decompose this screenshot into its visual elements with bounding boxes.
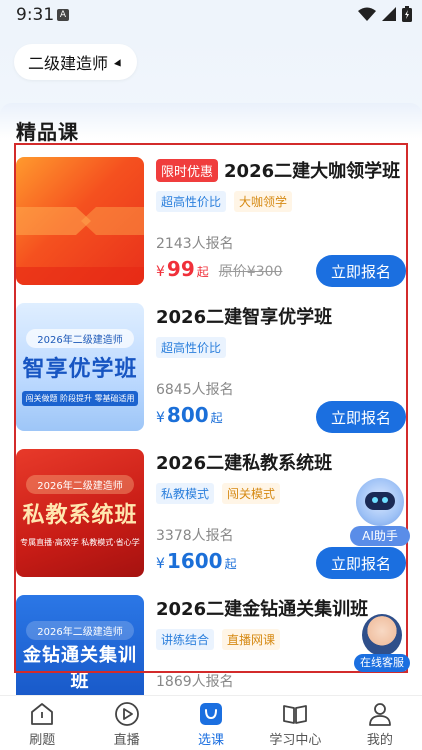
home-icon (29, 701, 55, 727)
course-tag: 讲练结合 (156, 629, 215, 650)
thumbnail-title: 智享优学班 (22, 357, 138, 382)
course-title[interactable]: 2026二建智享优学班 (156, 303, 332, 329)
enrolled-count: 1869人报名 (156, 674, 234, 690)
enroll-button[interactable]: 立即报名 (316, 547, 406, 579)
book-icon (282, 701, 308, 727)
ai-helper-button[interactable]: AI助手 (350, 478, 410, 548)
price-symbol: ¥ (156, 410, 165, 426)
status-time: 9:31 (16, 5, 55, 25)
caret-down-icon (114, 59, 125, 69)
price-value: 800 (166, 403, 209, 427)
play-icon (114, 701, 140, 727)
course-card[interactable]: 2026年二级建造师 智享优学班 闯关做题 阶段提升 零基础适用 2026二建智… (16, 291, 408, 433)
nav-label: 刷题 (29, 733, 56, 748)
thumbnail-caption: 2026年二级建造师 (26, 329, 134, 348)
course-info: 2026二建智享优学班 超高性价比 6845人报名 ¥ 800 起 立即报名 (156, 303, 408, 433)
course-info: 限时优惠 2026二建大咖领学班 超高性价比 大咖领学 2143人报名 ¥ 99… (156, 157, 408, 287)
course-thumbnail[interactable]: 2026年二级建造师 金钻通关集训班 (16, 595, 144, 695)
signal-icon (382, 7, 396, 21)
customer-service-button[interactable]: 在线客服 (354, 614, 410, 674)
nav-item-practice[interactable]: 刷题 (0, 696, 84, 750)
course-title[interactable]: 2026二建金钻通关集训班 (156, 595, 368, 621)
ai-helper-label: AI助手 (350, 526, 410, 546)
price: ¥ 1600 起 (156, 549, 237, 573)
status-bar: 9:31 A (0, 0, 422, 30)
notification-icon: A (57, 9, 69, 21)
course-tag: 超高性价比 (156, 191, 227, 212)
nav-item-courses[interactable]: 选课 (169, 696, 253, 750)
enrolled-count: 6845人报名 (156, 382, 234, 398)
enroll-button[interactable]: 立即报名 (316, 401, 406, 433)
price-value: 1600 (166, 549, 223, 573)
exam-category-selector[interactable]: 二级建造师 (14, 44, 138, 80)
enrolled-count: 3378人报名 (156, 528, 234, 544)
battery-icon (402, 6, 412, 22)
course-thumbnail[interactable] (16, 157, 144, 285)
course-tag: 直播网课 (222, 629, 281, 650)
price-symbol: ¥ (156, 556, 165, 572)
course-title[interactable]: 2026二建大咖领学班 (224, 157, 400, 183)
original-price: 原价¥300 (218, 264, 283, 280)
thumbnail-caption: 2026年二级建造师 (26, 475, 134, 494)
thumbnail-title: 金钻通关集训班 (23, 645, 137, 692)
price: ¥ 800 起 (156, 403, 223, 427)
price-symbol: ¥ (156, 264, 165, 280)
course-list: 限时优惠 2026二建大咖领学班 超高性价比 大咖领学 2143人报名 ¥ 99… (0, 145, 422, 695)
course-thumbnail[interactable]: 2026年二级建造师 私教系统班 专属直播·高效学 私教模式·省心学 (16, 449, 144, 577)
nav-item-profile[interactable]: 我的 (338, 696, 422, 750)
nav-label: 选课 (198, 733, 225, 748)
price-value: 99 (166, 257, 195, 281)
course-tag: 私教模式 (156, 483, 215, 504)
enroll-button[interactable]: 立即报名 (316, 255, 406, 287)
nav-label: 我的 (366, 733, 393, 748)
course-title[interactable]: 2026二建私教系统班 (156, 449, 332, 475)
robot-icon (356, 478, 404, 526)
exam-category-label: 二级建造师 (28, 54, 109, 73)
promo-badge: 限时优惠 (156, 158, 219, 182)
course-thumbnail[interactable]: 2026年二级建造师 智享优学班 闯关做题 阶段提升 零基础适用 (16, 303, 144, 431)
thumbnail-title: 私教系统班 (22, 503, 138, 528)
customer-service-label: 在线客服 (354, 654, 410, 672)
price-suffix: 起 (210, 411, 223, 425)
user-icon (367, 701, 393, 727)
course-tag: 超高性价比 (156, 337, 227, 358)
agent-avatar-icon (362, 614, 402, 656)
nav-label: 学习中心 (269, 733, 322, 748)
bottom-nav: 刷题 直播 选课 学习中心 我的 (0, 695, 422, 750)
status-icons (358, 6, 412, 22)
price-suffix: 起 (224, 557, 237, 571)
course-card[interactable]: 限时优惠 2026二建大咖领学班 超高性价比 大咖领学 2143人报名 ¥ 99… (16, 145, 408, 287)
nav-item-study-center[interactable]: 学习中心 (253, 696, 337, 750)
wifi-icon (358, 7, 376, 21)
price: ¥ 99 起 原价¥300 (156, 257, 282, 281)
nav-label: 直播 (113, 733, 140, 748)
bag-icon (198, 701, 224, 727)
thumbnail-caption: 2026年二级建造师 (26, 621, 134, 640)
course-tag: 闯关模式 (222, 483, 281, 504)
course-card[interactable]: 2026年二级建造师 金钻通关集训班 2026二建金钻通关集训班 讲练结合 直播… (16, 583, 408, 695)
enrolled-count: 2143人报名 (156, 236, 234, 252)
nav-item-live[interactable]: 直播 (84, 696, 168, 750)
section-title: 精品课 (16, 120, 79, 144)
thumbnail-subtitle: 专属直播·高效学 私教模式·省心学 (20, 538, 140, 547)
thumbnail-subtitle: 闯关做题 阶段提升 零基础适用 (22, 391, 138, 406)
thumbnail-graphic (16, 207, 144, 285)
price-suffix: 起 (196, 265, 209, 279)
course-tag: 大咖领学 (234, 191, 293, 212)
